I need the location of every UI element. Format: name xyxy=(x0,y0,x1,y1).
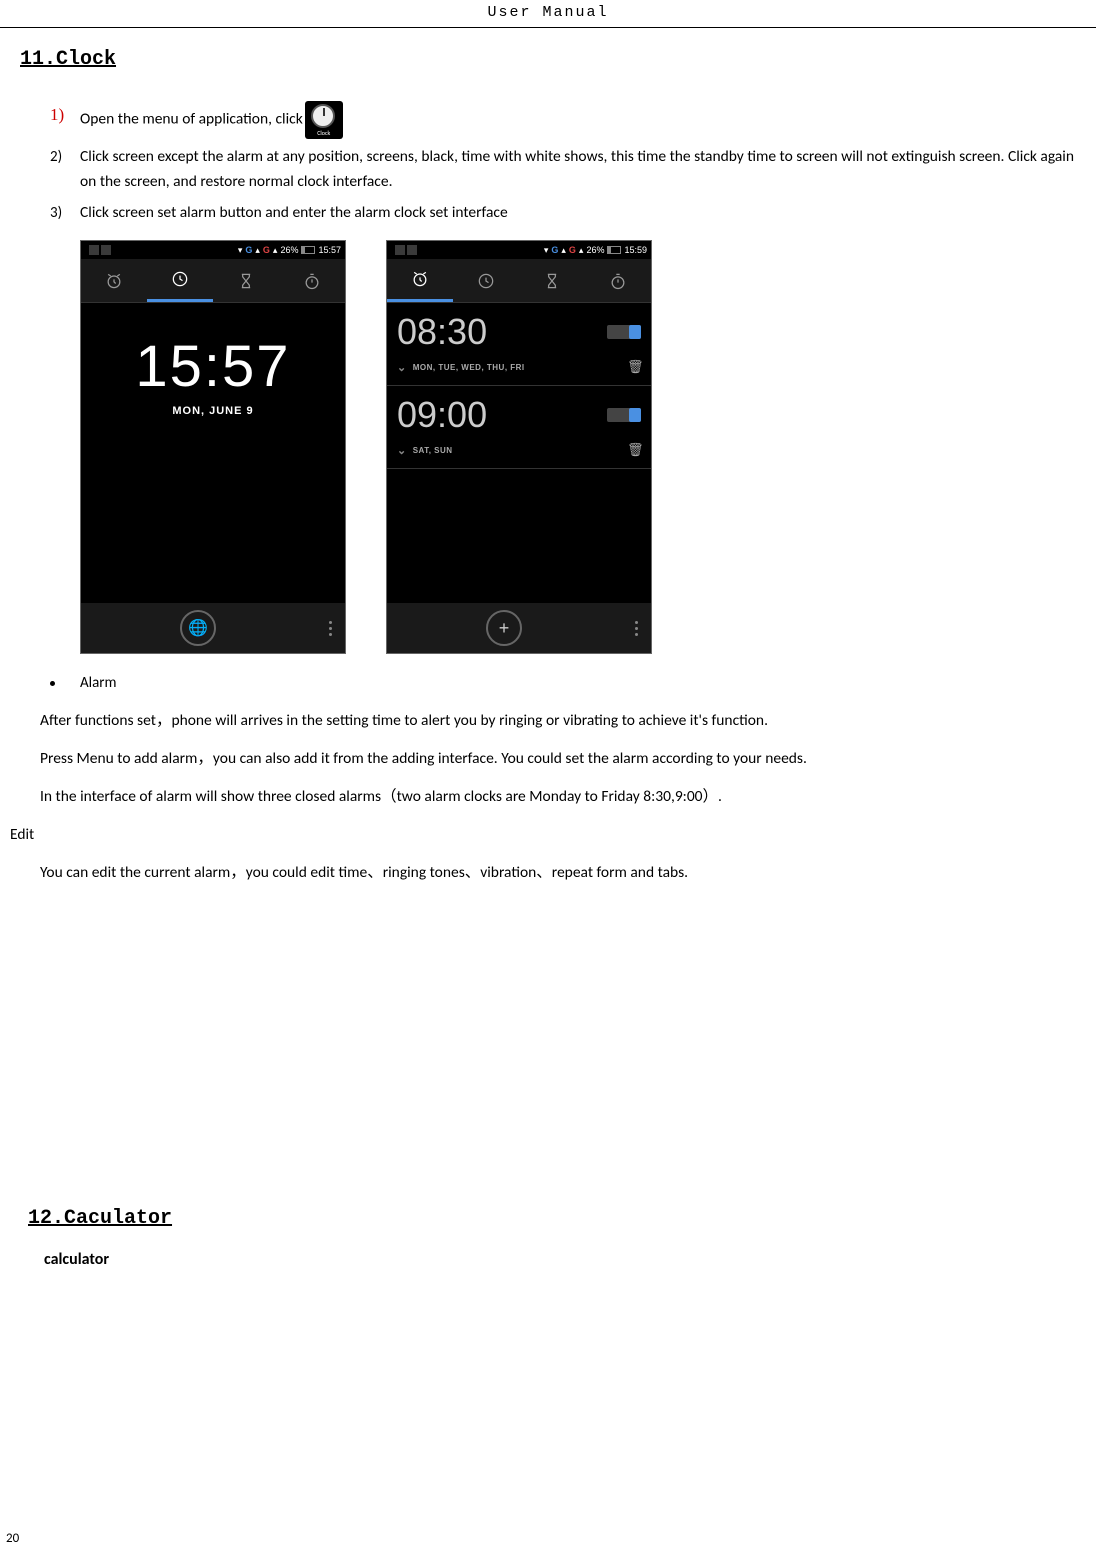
trash-icon: 🗑 xyxy=(627,442,644,457)
clock-date: MON, JUNE 9 xyxy=(81,405,345,417)
signal-g-icon: G xyxy=(245,245,252,255)
dot-icon xyxy=(329,633,332,636)
alarm-item[interactable]: 08:30 ⌄ MON, TUE, WED, THU, FRI 🗑 xyxy=(387,303,651,386)
alarm-toggle[interactable] xyxy=(607,408,641,422)
step-1-text: Open the menu of application, clickClock xyxy=(80,101,1086,139)
alarm-time: 09:00 xyxy=(397,394,487,436)
page-header: User Manual xyxy=(0,0,1096,28)
step-3-text: Click screen set alarm button and enter … xyxy=(80,201,1086,226)
clock-tabs xyxy=(81,259,345,303)
step-1-number: 1) xyxy=(50,101,80,128)
status-bar: ▾ G ▴ G ▴ 26% 15:59 xyxy=(387,241,651,259)
notif-icon xyxy=(395,245,405,255)
globe-icon: 🌐 xyxy=(188,618,208,638)
signal-bars-icon: ▴ xyxy=(561,245,566,256)
step-2-number: 2) xyxy=(50,145,80,169)
step-1-label: Open the menu of application, click xyxy=(80,110,303,129)
add-alarm-button[interactable]: + xyxy=(486,610,522,646)
signal-bars-icon: ▴ xyxy=(579,245,584,256)
delete-alarm-button[interactable]: 🗑 xyxy=(627,359,641,375)
clock-display[interactable]: 15:57 MON, JUNE 9 xyxy=(81,303,345,427)
step-3-number: 3) xyxy=(50,201,80,225)
clock-app-icon: Clock xyxy=(305,101,343,139)
status-bar: ▾ G ▴ G ▴ 26% 15:57 xyxy=(81,241,345,259)
tab-clock[interactable] xyxy=(147,259,213,302)
battery-icon xyxy=(607,246,621,254)
battery-icon xyxy=(301,246,315,254)
para-edit: You can edit the current alarm，you could… xyxy=(40,859,1086,887)
edit-heading: Edit xyxy=(10,821,1086,849)
dot-icon xyxy=(329,621,332,624)
para-after-functions: After functions set，phone will arrives i… xyxy=(40,707,1086,735)
world-clock-button[interactable]: 🌐 xyxy=(180,610,216,646)
dot-icon xyxy=(635,633,638,636)
delete-alarm-button[interactable]: 🗑 xyxy=(627,442,641,458)
dot-icon xyxy=(329,627,332,630)
alarm-item[interactable]: 09:00 ⌄ SAT, SUN 🗑 xyxy=(387,386,651,469)
menu-button[interactable] xyxy=(621,621,651,636)
calculator-subtitle: calculator xyxy=(44,1250,1086,1269)
stopwatch-icon xyxy=(608,271,628,291)
notif-icon xyxy=(89,245,99,255)
signal-g-icon: G xyxy=(551,245,558,255)
clock-icon-label: Clock xyxy=(305,129,343,139)
tab-timer[interactable] xyxy=(519,259,585,302)
alarm-icon xyxy=(104,271,124,291)
bullet-alarm: Alarm xyxy=(50,674,1086,692)
dot-icon xyxy=(635,627,638,630)
step-3: 3) Click screen set alarm button and ent… xyxy=(50,201,1086,226)
tab-clock[interactable] xyxy=(453,259,519,302)
step-2-text: Click screen except the alarm at any pos… xyxy=(80,145,1086,195)
tab-alarm[interactable] xyxy=(387,259,453,302)
alarm-toggle[interactable] xyxy=(607,325,641,339)
status-time: 15:57 xyxy=(318,245,341,255)
clock-icon xyxy=(476,271,496,291)
alarm-days: MON, TUE, WED, THU, FRI xyxy=(413,363,525,372)
chevron-down-icon[interactable]: ⌄ xyxy=(397,361,407,374)
tab-alarm[interactable] xyxy=(81,259,147,302)
screenshot-alarm: ▾ G ▴ G ▴ 26% 15:59 xyxy=(386,240,652,654)
alarm-icon xyxy=(410,269,430,289)
chevron-down-icon[interactable]: ⌄ xyxy=(397,444,407,457)
section-calculator-title: 12.Caculator xyxy=(28,1207,1086,1230)
alarm-time: 08:30 xyxy=(397,311,487,353)
signal-g-icon: G xyxy=(263,245,270,255)
clock-time: 15:57 xyxy=(81,333,345,400)
dot-icon xyxy=(635,621,638,624)
screenshot-clock: ▾ G ▴ G ▴ 26% 15:57 xyxy=(80,240,346,654)
bullet-icon xyxy=(50,681,55,686)
shield-icon: ▾ xyxy=(238,245,243,256)
bottom-bar: 🌐 xyxy=(81,603,345,653)
step-2: 2) Click screen except the alarm at any … xyxy=(50,145,1086,195)
signal-bars-icon: ▴ xyxy=(255,245,260,256)
bottom-bar: + xyxy=(387,603,651,653)
step-1: 1) Open the menu of application, clickCl… xyxy=(50,101,1086,139)
hourglass-icon xyxy=(236,271,256,291)
clock-tabs xyxy=(387,259,651,303)
notif-icon xyxy=(407,245,417,255)
page-number: 20 xyxy=(6,1531,19,1546)
shield-icon: ▾ xyxy=(544,245,549,256)
tab-timer[interactable] xyxy=(213,259,279,302)
stopwatch-icon xyxy=(302,271,322,291)
section-clock-title: 11.Clock xyxy=(20,48,1086,71)
alarm-days: SAT, SUN xyxy=(413,446,453,455)
bullet-alarm-label: Alarm xyxy=(80,674,117,692)
signal-bars-icon: ▴ xyxy=(273,245,278,256)
tab-stopwatch[interactable] xyxy=(279,259,345,302)
para-press-menu: Press Menu to add alarm，you can also add… xyxy=(40,745,1086,773)
tab-stopwatch[interactable] xyxy=(585,259,651,302)
notif-icon xyxy=(101,245,111,255)
plus-icon: + xyxy=(499,618,510,639)
battery-pct: 26% xyxy=(280,245,298,255)
status-time: 15:59 xyxy=(624,245,647,255)
menu-button[interactable] xyxy=(315,621,345,636)
clock-icon xyxy=(170,269,190,289)
hourglass-icon xyxy=(542,271,562,291)
battery-pct: 26% xyxy=(586,245,604,255)
trash-icon: 🗑 xyxy=(627,359,644,374)
para-interface: In the interface of alarm will show thre… xyxy=(40,783,1086,811)
signal-g-icon: G xyxy=(569,245,576,255)
